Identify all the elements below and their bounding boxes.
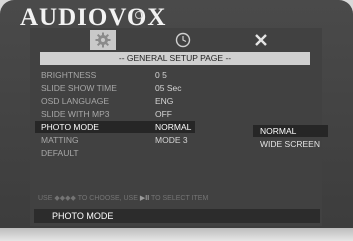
tab-exit[interactable] — [248, 30, 274, 50]
setting-value: 05 Sec — [155, 83, 182, 93]
tv-frame: AUDIOVOX -- GENERAL SETUP PAGE -- BRIGHT… — [0, 0, 353, 241]
setting-slide-show-time[interactable]: SLIDE SHOW TIME 05 Sec — [35, 82, 315, 94]
setting-brightness[interactable]: BRIGHTNESS 0 5 — [35, 69, 315, 81]
setting-label: SLIDE SHOW TIME — [41, 83, 117, 93]
registered-mark-icon — [135, 11, 143, 19]
status-bar: PHOTO MODE — [34, 209, 320, 223]
setting-label: BRIGHTNESS — [41, 70, 97, 80]
setting-label: SLIDE WITH MP3 — [41, 109, 110, 119]
hint-to-choose: TO CHOOSE, USE — [77, 195, 138, 202]
hint-to-select: TO SELECT ITEM — [150, 195, 209, 202]
play-pause-icon: ▶II — [139, 195, 150, 202]
status-text: PHOTO MODE — [52, 211, 114, 221]
tab-clock[interactable] — [170, 30, 196, 50]
setting-value: 0 5 — [155, 70, 167, 80]
gear-icon — [95, 32, 111, 48]
setting-osd-language[interactable]: OSD LANGUAGE ENG — [35, 95, 315, 107]
setting-slide-with-mp3[interactable]: SLIDE WITH MP3 OFF — [35, 108, 315, 120]
submenu-option-normal[interactable]: NORMAL — [253, 125, 328, 137]
page-title: -- GENERAL SETUP PAGE -- — [40, 52, 310, 65]
setting-label: MATTING — [41, 135, 79, 145]
navigation-hint: USE ◆◆◆◆ TO CHOOSE, USE ▶II TO SELECT IT… — [38, 194, 323, 202]
close-icon — [255, 34, 267, 46]
tab-general-setup[interactable] — [90, 30, 116, 50]
setting-value: MODE 3 — [155, 135, 188, 145]
osd-screen: -- GENERAL SETUP PAGE -- BRIGHTNESS 0 5 … — [30, 28, 328, 226]
arrow-keys-icon: ◆◆◆◆ — [54, 195, 76, 202]
setting-label: DEFAULT — [41, 148, 79, 158]
setting-label: PHOTO MODE — [41, 122, 99, 132]
setting-value: ENG — [155, 96, 174, 106]
submenu-option-wide-screen[interactable]: WIDE SCREEN — [253, 138, 328, 150]
clock-icon — [175, 32, 191, 48]
hint-use: USE — [38, 195, 53, 202]
setting-value: NORMAL — [155, 122, 192, 132]
setting-label: OSD LANGUAGE — [41, 96, 110, 106]
tv-bezel-bottom — [0, 228, 353, 241]
setting-value: OFF — [155, 109, 172, 119]
